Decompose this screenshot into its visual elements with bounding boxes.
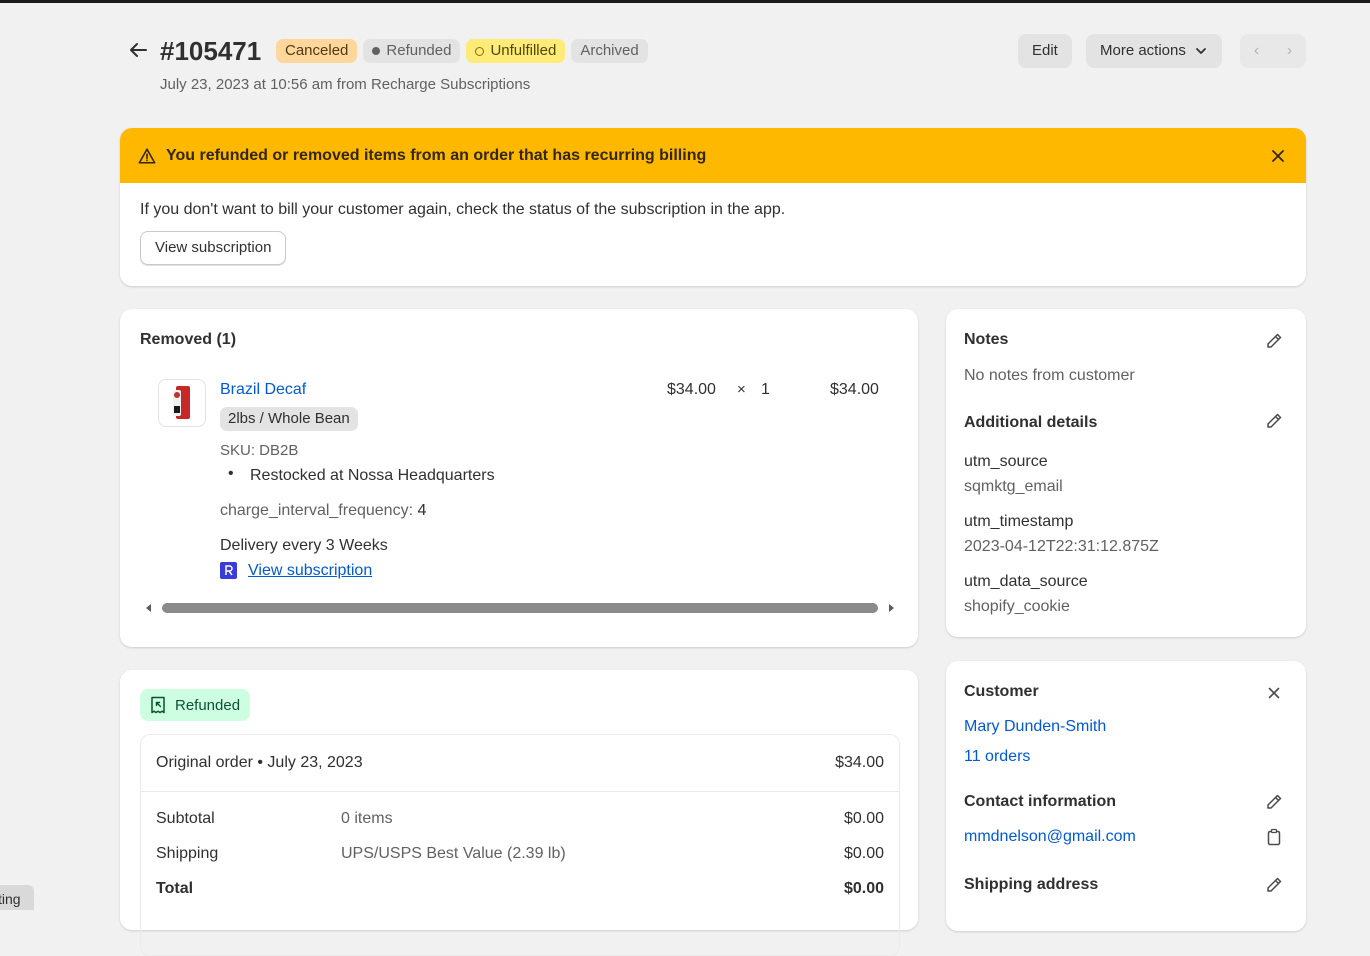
recharge-app-icon (220, 562, 237, 579)
shipping-detail: UPS/USPS Best Value (2.39 lb) (341, 845, 566, 862)
property-key: charge_interval_frequency: (220, 502, 414, 519)
order-subtitle: July 23, 2023 at 10:56 am from Recharge … (160, 76, 531, 93)
original-order-label: Original order • July 23, 2023 (156, 754, 363, 771)
item-property: charge_interval_frequency: 4 (220, 502, 426, 520)
customer-name-link[interactable]: Mary Dunden-Smith (964, 718, 1106, 736)
receipt-refund-icon (151, 696, 165, 714)
refunded-label: Refunded (175, 696, 241, 714)
warning-icon (138, 147, 156, 164)
unfulfilled-badge-label: Unfulfilled (490, 42, 557, 59)
variant-badge: 2lbs / Whole Bean (220, 407, 358, 431)
notes-title: Notes (964, 331, 1009, 348)
refunded-badge-label: Refunded (386, 42, 452, 59)
customer-orders-link[interactable]: 11 orders (964, 748, 1030, 766)
total-amount: $0.00 (843, 880, 884, 897)
shipping-amount: $0.00 (843, 845, 884, 862)
detail-key: utm_source (964, 453, 1048, 470)
more-actions-label: More actions (1100, 42, 1186, 59)
restock-text: Restocked at Nossa Headquarters (250, 467, 495, 484)
banner-header: You refunded or removed items from an or… (120, 128, 1306, 183)
contact-info-title: Contact information (964, 793, 1116, 810)
customer-title: Customer (964, 683, 1039, 700)
product-name-link[interactable]: Brazil Decaf (220, 381, 306, 399)
scroll-thumb[interactable] (162, 603, 878, 613)
additional-details-title: Additional details (964, 414, 1098, 431)
detail-key: utm_timestamp (964, 513, 1074, 530)
product-thumbnail (158, 379, 206, 427)
order-pager: ‹ › (1240, 34, 1306, 68)
refunded-badge: Refunded (363, 39, 461, 63)
archived-badge: Archived (571, 39, 648, 63)
remove-customer-close-icon[interactable] (1266, 685, 1282, 701)
top-border (0, 0, 1370, 3)
subtotal-label: Subtotal (156, 810, 215, 827)
next-order-icon[interactable]: › (1273, 34, 1306, 68)
scroll-left-icon[interactable] (144, 603, 154, 613)
customer-email-link[interactable]: mmdnelson@gmail.com (964, 828, 1136, 846)
view-subscription-button[interactable]: View subscription (140, 231, 287, 265)
property-value: 4 (417, 502, 427, 519)
banner-title: You refunded or removed items from an or… (166, 146, 707, 164)
refund-summary: Original order • July 23, 2023 $34.00 Su… (140, 734, 900, 956)
customer-card: Customer Mary Dunden-Smith 11 orders Con… (946, 661, 1306, 931)
shipping-address-title: Shipping address (964, 876, 1099, 893)
edit-notes-pencil-icon[interactable] (1264, 331, 1284, 351)
times-sign: × (737, 381, 746, 398)
edit-shipping-pencil-icon[interactable] (1264, 875, 1284, 895)
filled-dot-icon (372, 47, 381, 55)
removed-title: Removed (1) (140, 331, 237, 348)
restock-bullet: • (228, 465, 234, 482)
total-label: Total (156, 880, 194, 897)
close-icon[interactable] (1268, 146, 1288, 166)
scroll-right-icon[interactable] (886, 603, 896, 613)
canceled-badge: Canceled (276, 39, 358, 63)
unfulfilled-badge: Unfulfilled (466, 39, 566, 63)
copy-clipboard-icon[interactable] (1265, 828, 1283, 846)
item-total: $34.00 (830, 381, 879, 398)
notes-card: Notes No notes from customer Additional … (946, 309, 1306, 637)
shipping-label: Shipping (156, 845, 219, 862)
edit-details-pencil-icon[interactable] (1264, 411, 1284, 431)
banner-text: If you don't want to bill your customer … (140, 201, 786, 218)
view-subscription-link[interactable]: View subscription (248, 562, 372, 580)
subtotal-detail: 0 items (341, 810, 393, 827)
edit-contact-pencil-icon[interactable] (1264, 792, 1284, 812)
item-sku: SKU: DB2B (220, 442, 299, 459)
archived-badge-label: Archived (580, 42, 639, 59)
back-arrow-icon[interactable] (126, 38, 150, 62)
item-quantity: 1 (761, 381, 770, 398)
banner-body: If you don't want to bill your customer … (120, 201, 1306, 265)
status-badges: Canceled Refunded Unfulfilled Archived (276, 39, 648, 63)
delivery-frequency: Delivery every 3 Weeks (220, 537, 388, 554)
edit-button[interactable]: Edit (1018, 34, 1072, 68)
original-order-amount: $34.00 (835, 754, 884, 771)
canceled-badge-label: Canceled (285, 42, 349, 59)
item-price: $34.00 (667, 381, 716, 398)
refunded-card: Refunded Original order • July 23, 2023 … (120, 670, 918, 956)
horizontal-scrollbar[interactable] (144, 600, 896, 616)
bottom-left-tab[interactable]: ting (0, 885, 34, 910)
detail-value: 2023-04-12T22:31:12.875Z (964, 538, 1159, 555)
more-actions-button[interactable]: More actions (1086, 34, 1222, 68)
ring-dot-icon (475, 46, 485, 56)
order-number: #105471 (160, 36, 262, 66)
notes-empty-text: No notes from customer (964, 367, 1135, 384)
previous-order-icon[interactable]: ‹ (1240, 34, 1273, 68)
chevron-down-icon (1195, 48, 1206, 54)
subtotal-amount: $0.00 (843, 810, 884, 827)
detail-key: utm_data_source (964, 573, 1088, 590)
refunded-status-badge: Refunded (140, 689, 251, 721)
summary-divider (141, 791, 899, 792)
recurring-billing-banner: You refunded or removed items from an or… (120, 128, 1306, 286)
removed-items-card: Removed (1) Brazil Decaf 2lbs / Whole Be… (120, 309, 918, 647)
detail-value: sqmktg_email (964, 478, 1063, 495)
detail-value: shopify_cookie (964, 598, 1070, 615)
